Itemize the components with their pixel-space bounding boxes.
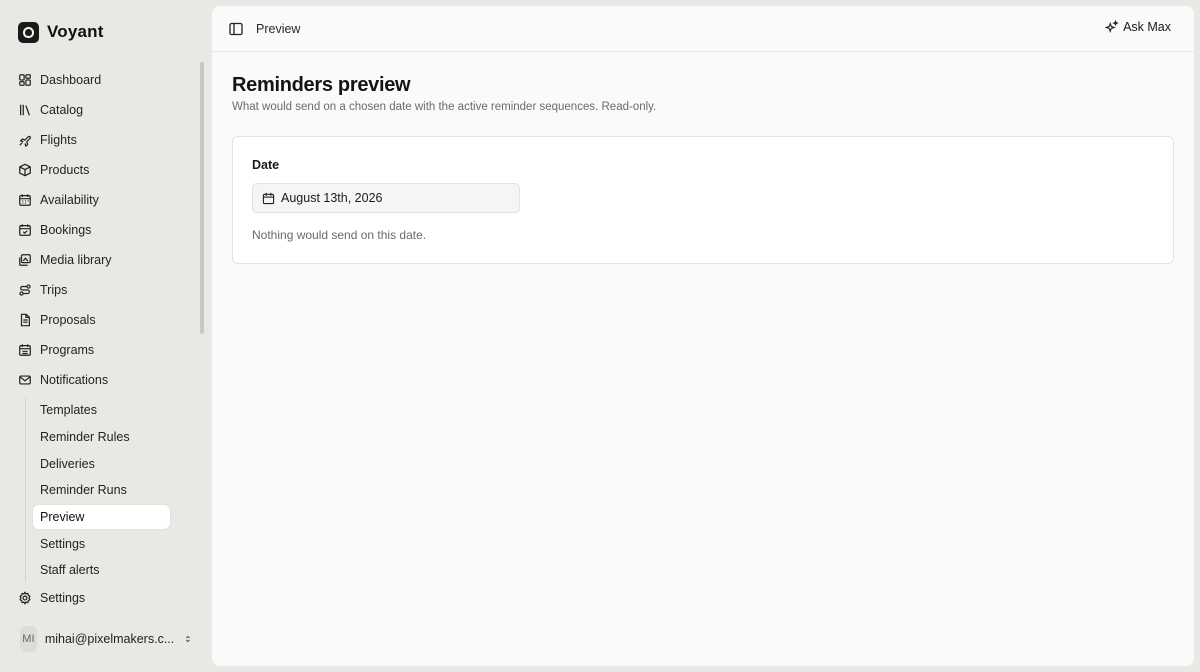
sidebar-subitem-preview[interactable]: Preview (33, 505, 170, 529)
sidebar-item-label: Settings (40, 591, 86, 605)
topbar: Preview Ask Max (212, 6, 1194, 52)
empty-state-message: Nothing would send on this date. (252, 228, 427, 242)
user-email: mihai@pixelmakers.c... (44, 632, 175, 646)
sidebar-item-label: Bookings (40, 223, 92, 237)
ask-max-button[interactable]: Ask Max (1105, 20, 1171, 34)
main-panel: Preview Ask Max Reminders preview What w… (212, 6, 1194, 666)
sidebar-item-availability[interactable]: Availability (18, 189, 188, 211)
sidebar-item-catalog[interactable]: Catalog (18, 99, 188, 121)
sidebar-item-label: Dashboard (40, 73, 102, 87)
mail-icon (19, 375, 31, 385)
route-icon (19, 284, 31, 296)
sidebar-subitem-reminder-runs[interactable]: Reminder Runs (33, 478, 170, 502)
sidebar-item-settings[interactable]: Settings (18, 587, 188, 609)
sidebar-subitem-reminder-rules[interactable]: Reminder Rules (33, 425, 170, 449)
sidebar-item-dashboard[interactable]: Dashboard (18, 69, 188, 91)
plane-icon (19, 135, 31, 147)
sidebar-subitem-settings[interactable]: Settings (33, 532, 170, 556)
package-icon (19, 163, 31, 177)
sparkles-icon (1105, 20, 1119, 34)
gear-icon (19, 591, 31, 605)
sidebar: Voyant Dashboard Catalog Flights Product… (0, 0, 212, 672)
images-icon (19, 254, 31, 266)
date-value: August 13th, 2026 (281, 191, 383, 205)
sidebar-item-label: Products (40, 163, 90, 177)
sidebar-item-trips[interactable]: Trips (18, 279, 188, 301)
avatar: MI (20, 626, 37, 652)
sidebar-item-label: Availability (40, 193, 99, 207)
library-icon (20, 104, 30, 116)
sidebar-item-proposals[interactable]: Proposals (18, 309, 188, 331)
page-subtitle: What would send on a chosen date with th… (232, 101, 657, 113)
sidebar-subitem-staff-alerts[interactable]: Staff alerts (33, 558, 170, 582)
sidebar-item-products[interactable]: Products (18, 159, 188, 181)
calendar-check-icon (19, 224, 31, 236)
breadcrumb: Preview (256, 22, 301, 36)
ask-max-label: Ask Max (1123, 20, 1171, 34)
sidebar-item-programs[interactable]: Programs (18, 339, 188, 361)
sidebar-item-notifications[interactable]: Notifications (18, 369, 188, 391)
date-label: Date (252, 158, 280, 172)
sidebar-scrollbar[interactable] (200, 62, 204, 334)
chevrons-up-down-icon (186, 635, 191, 643)
sidebar-item-label: Catalog (40, 103, 84, 117)
preview-card: Date August 13th, 2026 Nothing would sen… (232, 136, 1174, 264)
sidebar-toggle-icon[interactable] (229, 22, 243, 36)
brand[interactable]: Voyant (18, 20, 104, 44)
voyant-logo-icon (18, 21, 39, 43)
sidebar-item-label: Media library (40, 253, 112, 267)
date-picker-button[interactable]: August 13th, 2026 (252, 183, 520, 213)
file-text-icon (20, 313, 30, 327)
submenu-divider (25, 398, 26, 582)
calendar-list-icon (19, 344, 31, 356)
sidebar-item-label: Trips (40, 283, 68, 297)
sidebar-item-label: Programs (40, 343, 95, 357)
user-menu[interactable]: MI mihai@pixelmakers.c... (20, 626, 192, 652)
sidebar-item-flights[interactable]: Flights (18, 129, 188, 151)
sidebar-subitem-deliveries[interactable]: Deliveries (33, 452, 170, 476)
sidebar-item-media-library[interactable]: Media library (18, 249, 188, 271)
sidebar-item-bookings[interactable]: Bookings (18, 219, 188, 241)
brand-name: Voyant (47, 22, 104, 41)
calendar-grid-icon (19, 194, 31, 206)
dashboard-icon (19, 74, 31, 86)
page-title: Reminders preview (232, 74, 411, 96)
calendar-icon (262, 192, 275, 204)
sidebar-item-label: Proposals (40, 313, 96, 327)
sidebar-item-label: Flights (40, 133, 77, 147)
sidebar-item-label: Notifications (40, 373, 109, 387)
sidebar-subitem-templates[interactable]: Templates (33, 398, 170, 422)
